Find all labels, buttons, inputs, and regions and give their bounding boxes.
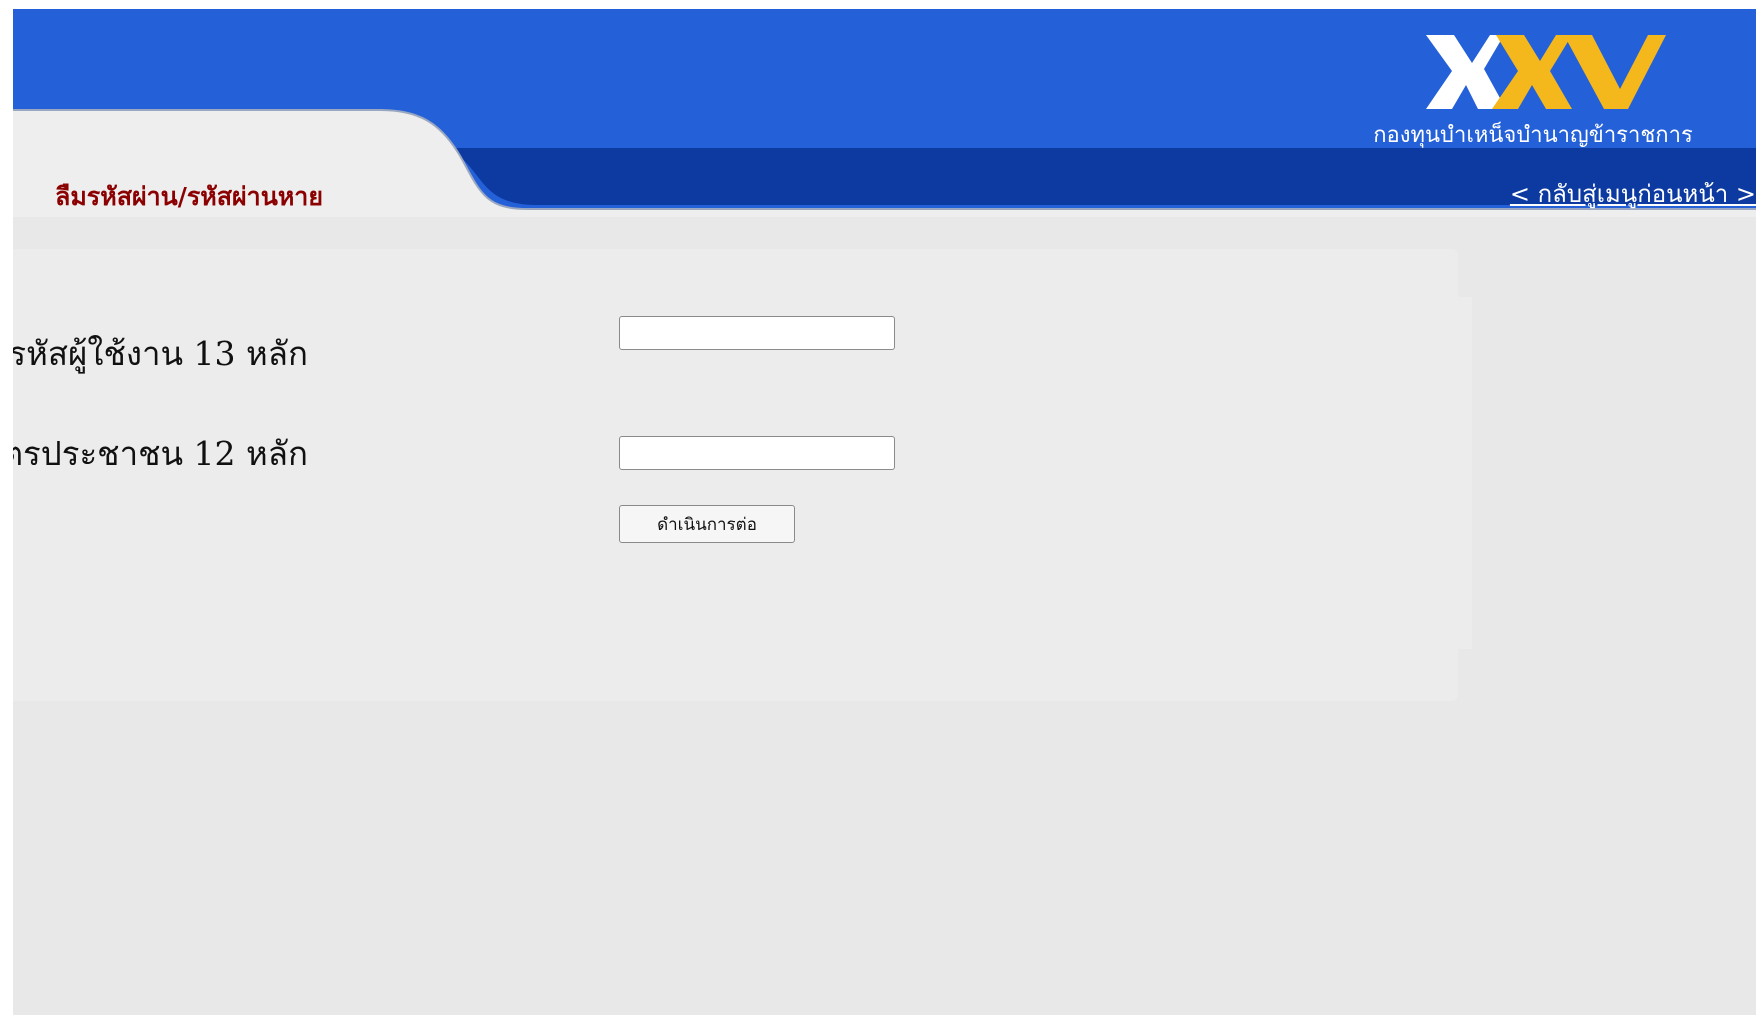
xxv-logo-icon — [1426, 35, 1666, 109]
page: กองทุนบำเหน็จบำนาญข้าราชการ ลืมรหัสผ่าน/… — [13, 9, 1756, 1015]
user-id-input[interactable] — [619, 316, 895, 350]
continue-button[interactable]: ดำเนินการต่อ — [619, 505, 795, 543]
header: กองทุนบำเหน็จบำนาญข้าราชการ ลืมรหัสผ่าน/… — [13, 9, 1756, 217]
card-back-label: ข้อมูลหลังบัตรประชาชน 12 หลัก — [13, 434, 308, 473]
logo-text: กองทุนบำเหน็จบำนาญข้าราชการ — [1373, 123, 1693, 148]
page-title: ลืมรหัสผ่าน/รหัสผ่านหาย — [55, 182, 323, 211]
form-panel: รหัสผู้ใช้งาน 13 หลัก ข้อมูลหลังบัตรประช… — [13, 249, 1472, 701]
logo: กองทุนบำเหน็จบำนาญข้าราชการ — [1343, 23, 1733, 153]
user-id-label: รหัสผู้ใช้งาน 13 หลัก — [13, 334, 308, 373]
back-to-previous-menu-link[interactable]: < กลับสู่เมนูก่อนหน้า > — [1510, 174, 1756, 213]
card-back-input[interactable] — [619, 436, 895, 470]
